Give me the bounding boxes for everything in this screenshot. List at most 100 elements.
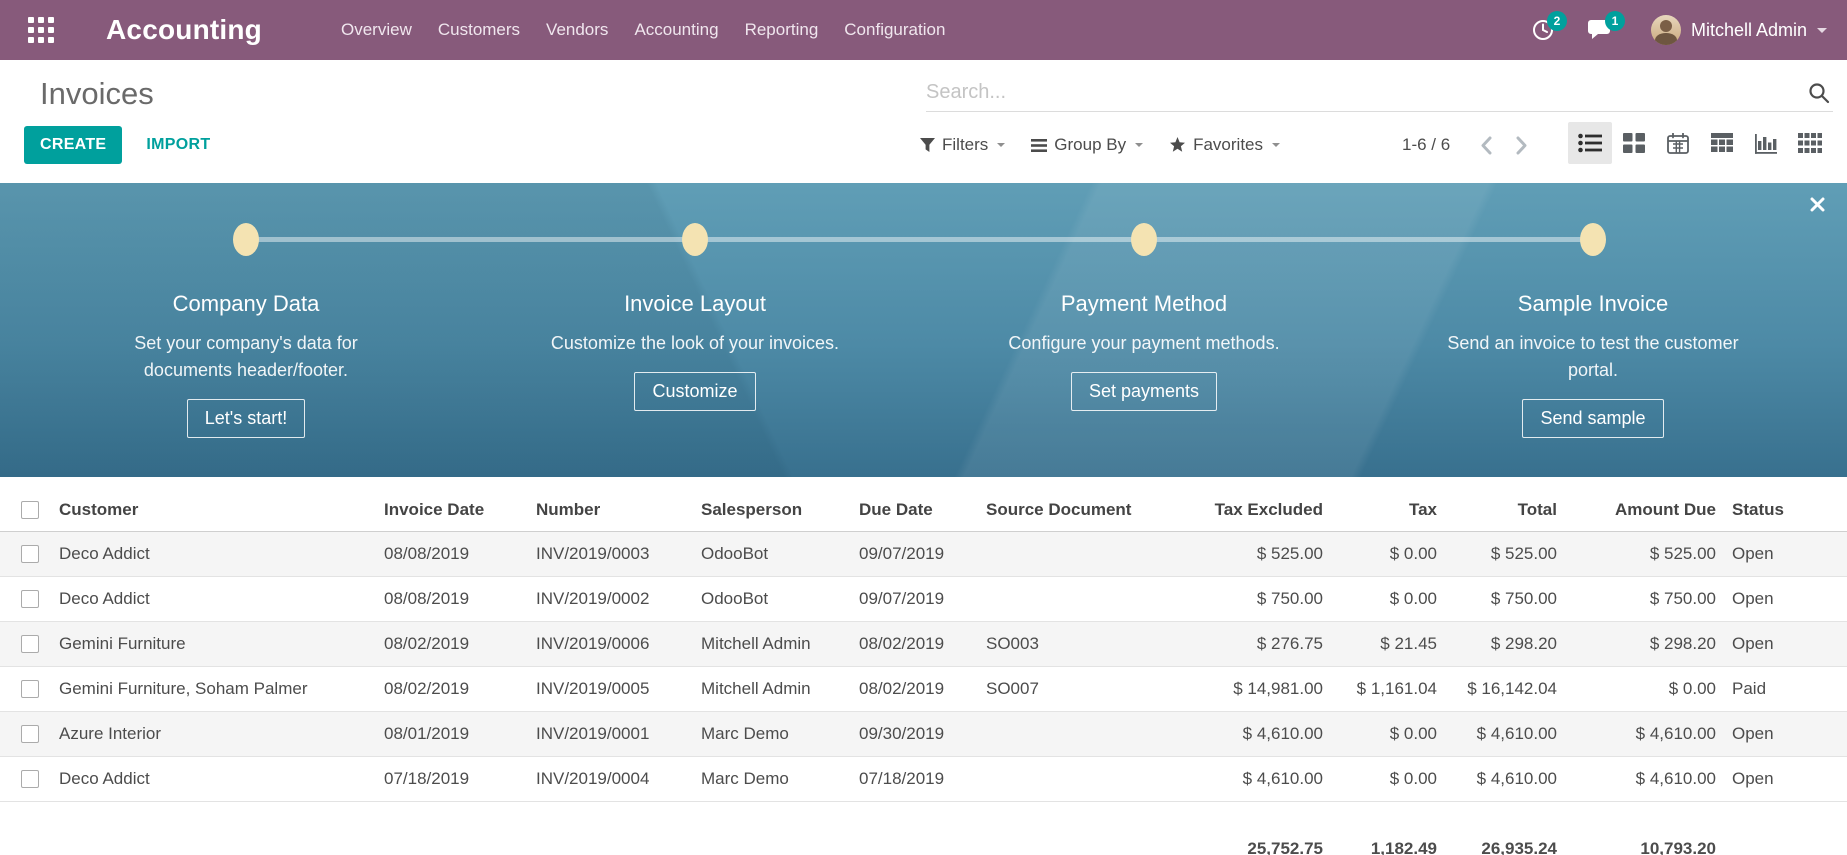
- cell-invoice-date[interactable]: 08/02/2019: [369, 622, 521, 667]
- cell-customer[interactable]: Gemini Furniture: [44, 622, 369, 667]
- cell-source-document[interactable]: SO007: [971, 667, 1141, 712]
- customize-button[interactable]: Customize: [634, 372, 755, 411]
- cell-customer[interactable]: Azure Interior: [44, 712, 369, 757]
- cell-invoice-date[interactable]: 08/08/2019: [369, 532, 521, 577]
- cell-due-date[interactable]: 08/02/2019: [844, 622, 971, 667]
- cell-salesperson[interactable]: Mitchell Admin: [686, 622, 844, 667]
- cell-tax-excluded[interactable]: $ 14,981.00: [1141, 667, 1331, 712]
- view-list-icon[interactable]: [1568, 122, 1612, 164]
- column-header-amount-due[interactable]: Amount Due: [1565, 489, 1724, 532]
- let-s-start--button[interactable]: Let's start!: [187, 399, 305, 438]
- menu-reporting[interactable]: Reporting: [732, 0, 832, 60]
- cell-amount-due[interactable]: $ 4,610.00: [1565, 712, 1724, 757]
- cell-customer[interactable]: Deco Addict: [44, 577, 369, 622]
- cell-due-date[interactable]: 07/18/2019: [844, 757, 971, 802]
- cell-source-document[interactable]: [971, 577, 1141, 622]
- pager-next-icon[interactable]: [1508, 132, 1536, 159]
- row-checkbox[interactable]: [21, 545, 39, 563]
- cell-number[interactable]: INV/2019/0002: [521, 577, 686, 622]
- activities-icon[interactable]: 2: [1521, 8, 1565, 52]
- cell-tax-excluded[interactable]: $ 276.75: [1141, 622, 1331, 667]
- cell-tax[interactable]: $ 0.00: [1331, 757, 1445, 802]
- cell-due-date[interactable]: 08/02/2019: [844, 667, 971, 712]
- cell-amount-due[interactable]: $ 525.00: [1565, 532, 1724, 577]
- filters-button[interactable]: Filters: [920, 135, 1005, 155]
- column-header-due-date[interactable]: Due Date: [844, 489, 971, 532]
- cell-tax-excluded[interactable]: $ 4,610.00: [1141, 757, 1331, 802]
- view-activity-icon[interactable]: [1788, 122, 1832, 164]
- view-pivot-icon[interactable]: [1700, 122, 1744, 164]
- cell-salesperson[interactable]: OdooBot: [686, 532, 844, 577]
- cell-tax-excluded[interactable]: $ 525.00: [1141, 532, 1331, 577]
- cell-status[interactable]: Paid: [1724, 667, 1847, 712]
- cell-tax[interactable]: $ 21.45: [1331, 622, 1445, 667]
- menu-configuration[interactable]: Configuration: [831, 0, 958, 60]
- cell-number[interactable]: INV/2019/0001: [521, 712, 686, 757]
- table-row[interactable]: Deco Addict08/08/2019INV/2019/0003OdooBo…: [0, 532, 1847, 577]
- close-icon[interactable]: [1806, 193, 1829, 216]
- cell-customer[interactable]: Deco Addict: [44, 532, 369, 577]
- cell-source-document[interactable]: [971, 712, 1141, 757]
- cell-number[interactable]: INV/2019/0005: [521, 667, 686, 712]
- table-row[interactable]: Gemini Furniture, Soham Palmer08/02/2019…: [0, 667, 1847, 712]
- cell-total[interactable]: $ 4,610.00: [1445, 712, 1565, 757]
- cell-due-date[interactable]: 09/07/2019: [844, 532, 971, 577]
- menu-accounting[interactable]: Accounting: [621, 0, 731, 60]
- cell-tax[interactable]: $ 1,161.04: [1331, 667, 1445, 712]
- set-payments-button[interactable]: Set payments: [1071, 372, 1217, 411]
- cell-invoice-date[interactable]: 08/08/2019: [369, 577, 521, 622]
- cell-source-document[interactable]: [971, 532, 1141, 577]
- view-graph-icon[interactable]: [1744, 122, 1788, 164]
- table-row[interactable]: Deco Addict07/18/2019INV/2019/0004Marc D…: [0, 757, 1847, 802]
- menu-customers[interactable]: Customers: [425, 0, 533, 60]
- cell-amount-due[interactable]: $ 4,610.00: [1565, 757, 1724, 802]
- cell-tax[interactable]: $ 0.00: [1331, 532, 1445, 577]
- cell-invoice-date[interactable]: 08/02/2019: [369, 667, 521, 712]
- create-button[interactable]: CREATE: [24, 126, 122, 164]
- cell-amount-due[interactable]: $ 298.20: [1565, 622, 1724, 667]
- select-all-checkbox[interactable]: [21, 501, 39, 519]
- search-input[interactable]: [926, 81, 1805, 104]
- cell-total[interactable]: $ 525.00: [1445, 532, 1565, 577]
- row-checkbox[interactable]: [21, 725, 39, 743]
- import-button[interactable]: IMPORT: [146, 136, 210, 154]
- cell-due-date[interactable]: 09/30/2019: [844, 712, 971, 757]
- cell-number[interactable]: INV/2019/0003: [521, 532, 686, 577]
- cell-customer[interactable]: Gemini Furniture, Soham Palmer: [44, 667, 369, 712]
- column-header-source-document[interactable]: Source Document: [971, 489, 1141, 532]
- cell-tax[interactable]: $ 0.00: [1331, 712, 1445, 757]
- cell-salesperson[interactable]: Marc Demo: [686, 757, 844, 802]
- cell-source-document[interactable]: [971, 757, 1141, 802]
- cell-total[interactable]: $ 750.00: [1445, 577, 1565, 622]
- pager-previous-icon[interactable]: [1472, 132, 1500, 159]
- column-header-total[interactable]: Total: [1445, 489, 1565, 532]
- column-header-salesperson[interactable]: Salesperson: [686, 489, 844, 532]
- cell-tax-excluded[interactable]: $ 4,610.00: [1141, 712, 1331, 757]
- column-header-customer[interactable]: Customer: [44, 489, 369, 532]
- cell-amount-due[interactable]: $ 0.00: [1565, 667, 1724, 712]
- row-checkbox[interactable]: [21, 770, 39, 788]
- column-header-tax-excluded[interactable]: Tax Excluded: [1141, 489, 1331, 532]
- cell-salesperson[interactable]: OdooBot: [686, 577, 844, 622]
- app-title[interactable]: Accounting: [106, 14, 262, 46]
- cell-amount-due[interactable]: $ 750.00: [1565, 577, 1724, 622]
- column-header-tax[interactable]: Tax: [1331, 489, 1445, 532]
- cell-number[interactable]: INV/2019/0004: [521, 757, 686, 802]
- view-calendar-icon[interactable]: [1656, 122, 1700, 164]
- column-header-number[interactable]: Number: [521, 489, 686, 532]
- row-checkbox[interactable]: [21, 680, 39, 698]
- cell-invoice-date[interactable]: 08/01/2019: [369, 712, 521, 757]
- user-menu[interactable]: Mitchell Admin: [1651, 15, 1827, 45]
- menu-vendors[interactable]: Vendors: [533, 0, 621, 60]
- cell-salesperson[interactable]: Mitchell Admin: [686, 667, 844, 712]
- cell-status[interactable]: Open: [1724, 532, 1847, 577]
- view-kanban-icon[interactable]: [1612, 122, 1656, 164]
- cell-due-date[interactable]: 09/07/2019: [844, 577, 971, 622]
- table-row[interactable]: Gemini Furniture08/02/2019INV/2019/0006M…: [0, 622, 1847, 667]
- cell-total[interactable]: $ 298.20: [1445, 622, 1565, 667]
- favorites-button[interactable]: Favorites: [1169, 135, 1280, 155]
- cell-tax-excluded[interactable]: $ 750.00: [1141, 577, 1331, 622]
- cell-total[interactable]: $ 4,610.00: [1445, 757, 1565, 802]
- row-checkbox[interactable]: [21, 590, 39, 608]
- row-checkbox[interactable]: [21, 635, 39, 653]
